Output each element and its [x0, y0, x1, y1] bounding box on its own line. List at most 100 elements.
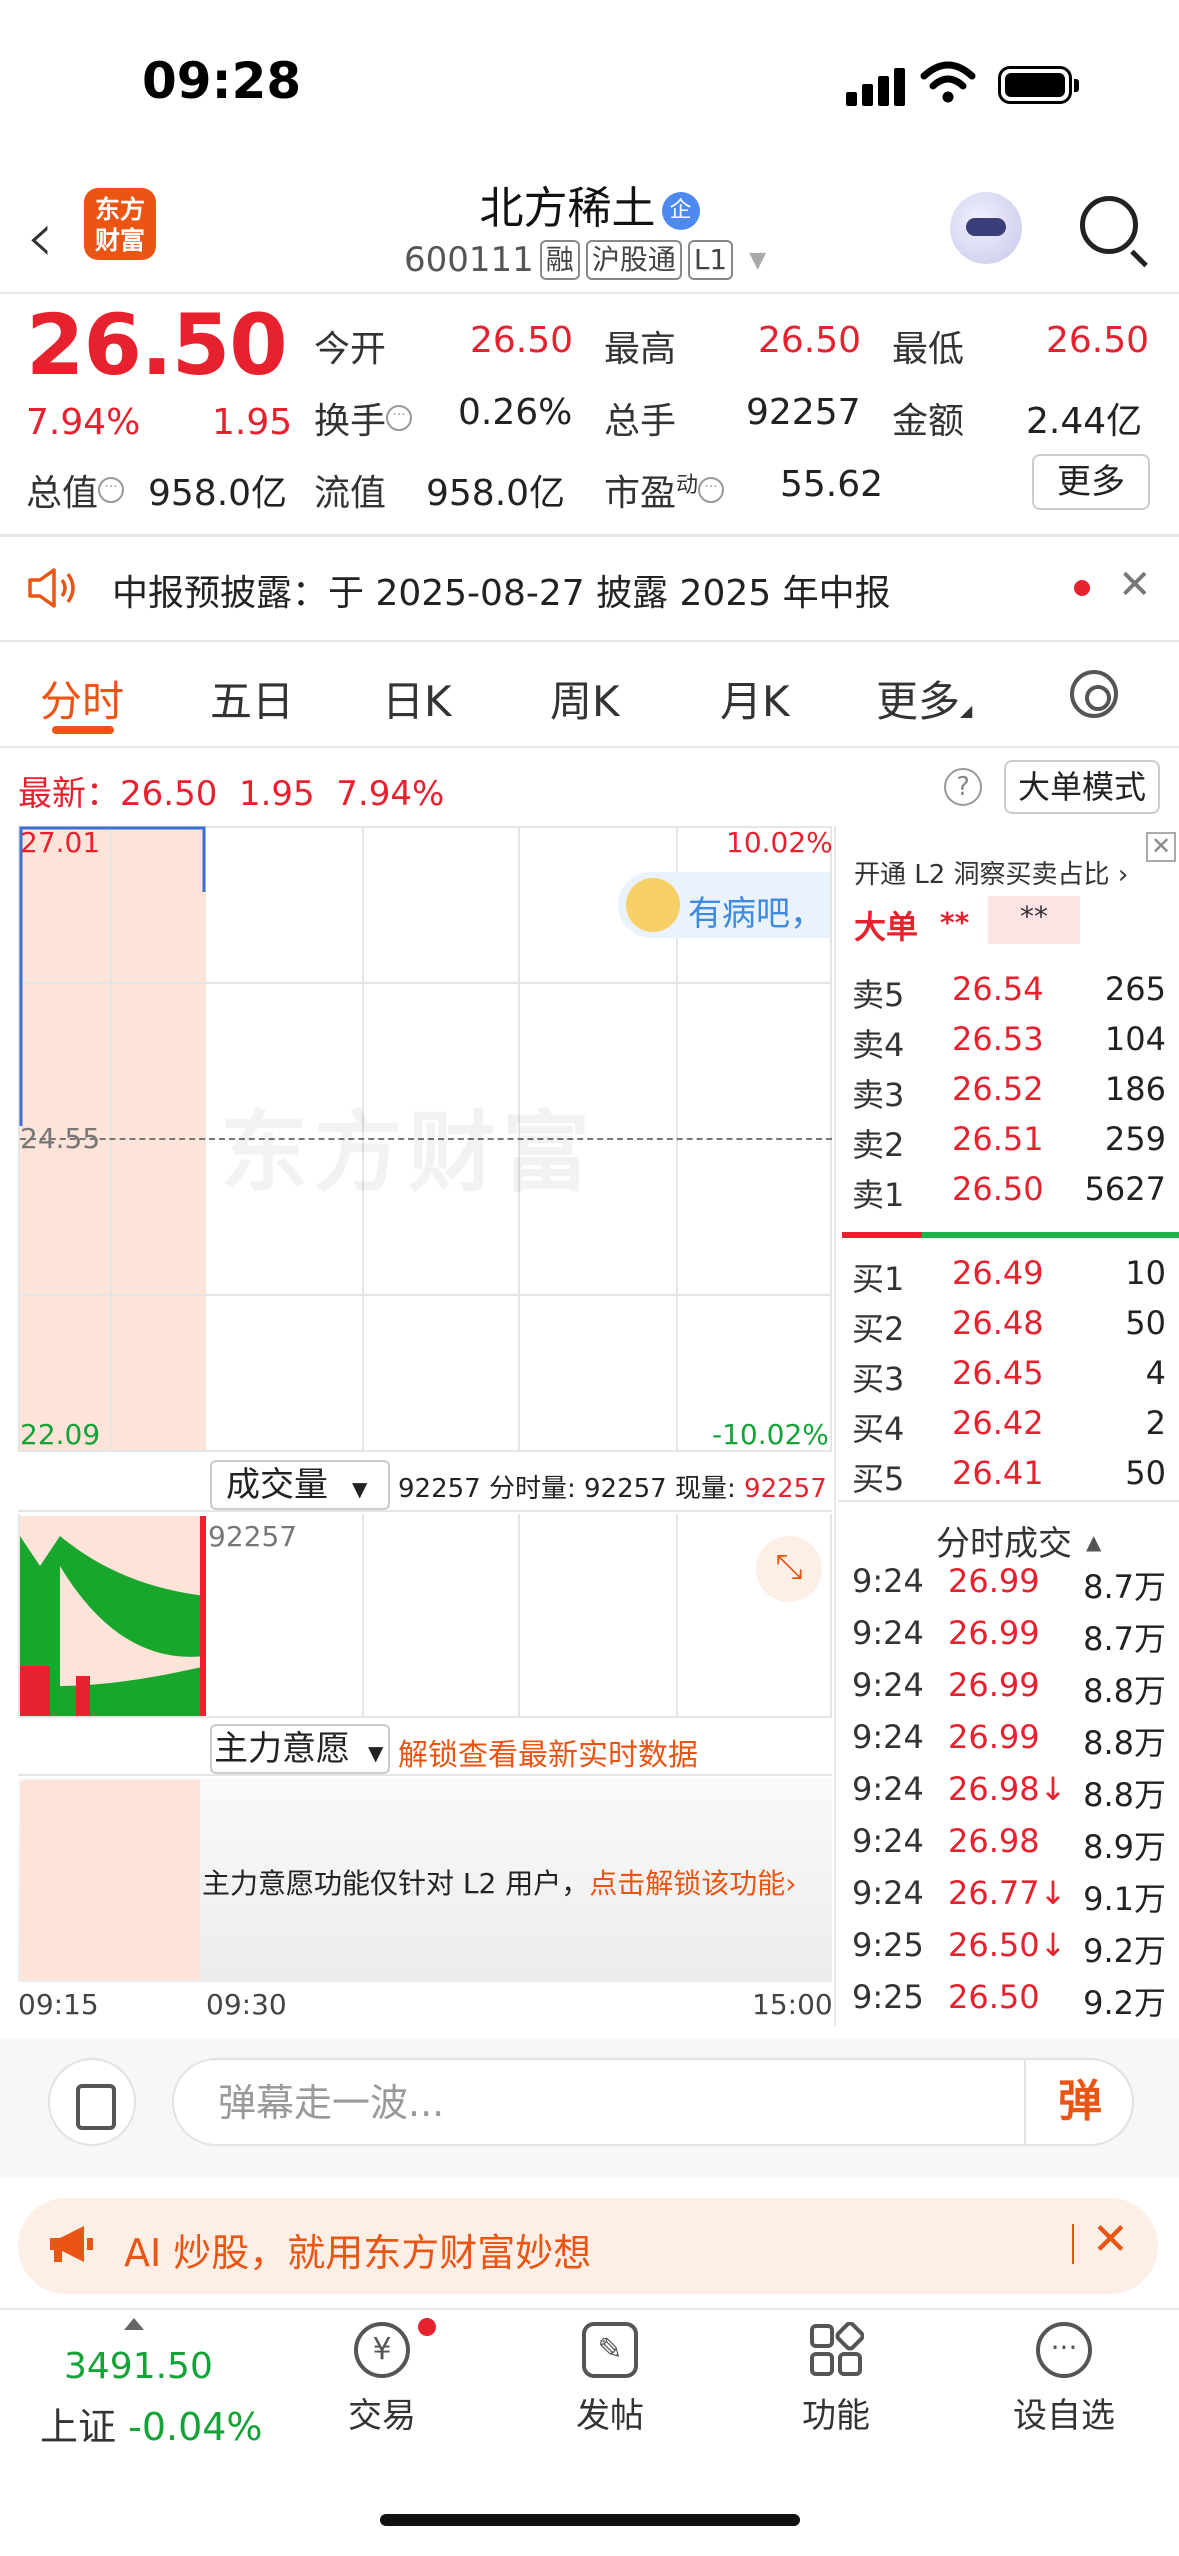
- tab-daily-k[interactable]: 日K: [382, 668, 452, 729]
- big-order-value: **: [940, 906, 970, 939]
- bid-row[interactable]: 买5 26.41 50: [852, 1454, 1166, 1504]
- home-indicator: [380, 2514, 800, 2526]
- gear-icon[interactable]: [1070, 670, 1118, 718]
- chevron-down-icon[interactable]: ▼: [749, 248, 766, 273]
- tab-monthly-k[interactable]: 月K: [720, 668, 790, 729]
- latest-quote: 最新：26.50 1.95 7.94%: [18, 774, 445, 814]
- tab-five-day[interactable]: 五日: [210, 668, 294, 729]
- divider: [0, 746, 1179, 748]
- unread-dot: [1074, 580, 1090, 596]
- divider: [0, 534, 1179, 537]
- turnover-label: 换手 ···: [314, 392, 413, 444]
- unlock-realtime-link[interactable]: 解锁查看最新实时数据: [398, 1730, 698, 1774]
- ask-row[interactable]: 卖3 26.52 186: [852, 1070, 1166, 1120]
- time-axis-open: 09:30: [206, 1988, 287, 2021]
- tick-row: 9:24 26.99 8.8万: [852, 1666, 1166, 1710]
- tick-row: 9:25 26.50 9.2万: [852, 1978, 1166, 2022]
- pct-axis-min: -10.02%: [712, 1418, 829, 1451]
- danmaku-text: 有病吧，: [688, 894, 824, 934]
- bid-row[interactable]: 买3 26.45 4: [852, 1354, 1166, 1404]
- tick-row: 9:24 26.99 8.7万: [852, 1562, 1166, 1606]
- tab-more[interactable]: 更多◢: [876, 668, 972, 729]
- expand-icon[interactable]: ⤡: [756, 1536, 822, 1602]
- user-avatar: [626, 878, 680, 932]
- divider: [0, 292, 1179, 294]
- bid-row[interactable]: 买2 26.48 50: [852, 1304, 1166, 1354]
- tab-intraday[interactable]: 分时: [40, 668, 124, 729]
- pct-axis-max: 10.02%: [726, 826, 833, 859]
- tab-weekly-k[interactable]: 周K: [550, 668, 620, 729]
- high-label: 最高: [604, 329, 677, 370]
- more-dots-icon: ···: [1036, 2322, 1092, 2378]
- open-label: 今开: [314, 329, 387, 370]
- tick-row: 9:24 26.98↓ 8.8万: [852, 1770, 1166, 1814]
- cellular-signal-icon: [846, 66, 906, 106]
- tick-row: 9:24 26.99 8.8万: [852, 1718, 1166, 1762]
- tag-margin: 融: [539, 240, 580, 280]
- l2-promo-link[interactable]: 开通 L2 洞察买卖占比 ›: [854, 854, 1128, 891]
- nav-watchlist[interactable]: ··· 设自选: [994, 2322, 1134, 2437]
- tick-row: 9:24 26.99 8.7万: [852, 1614, 1166, 1658]
- ask-row[interactable]: 卖5 26.54 265: [852, 970, 1166, 1020]
- nav-post[interactable]: ✎ 发帖: [540, 2322, 680, 2437]
- nav-trade[interactable]: ¥ 交易: [312, 2322, 452, 2437]
- bid-row[interactable]: 买4 26.42 2: [852, 1404, 1166, 1454]
- volume-value: 92257: [746, 392, 861, 433]
- notice-text[interactable]: 中报预披露：于 2025-08-27 披露 2025 年中报: [112, 564, 891, 616]
- ticks-header[interactable]: 分时成交 ▲: [936, 1516, 1101, 1565]
- close-icon[interactable]: ✕: [1092, 2214, 1129, 2265]
- close-icon[interactable]: ✕: [1146, 832, 1176, 862]
- search-icon[interactable]: [1080, 196, 1138, 254]
- yen-cycle-icon: ¥: [354, 2322, 410, 2378]
- megaphone-icon: [50, 2226, 93, 2262]
- status-time: 09:28: [142, 52, 302, 110]
- change-percent: 7.94%: [26, 402, 141, 443]
- help-icon[interactable]: ?: [944, 768, 982, 806]
- danmaku-send-button[interactable]: 弹: [1024, 2058, 1134, 2146]
- index-name[interactable]: 上证 -0.04%: [40, 2396, 263, 2451]
- stock-name: 北方稀土: [479, 183, 656, 234]
- bid-row[interactable]: 买1 26.49 10: [852, 1254, 1166, 1304]
- amount-label: 金额: [892, 401, 965, 442]
- price-line: [19, 826, 206, 1126]
- danmaku-placeholder: 弹幕走一波...: [218, 2081, 445, 2125]
- edit-icon: ✎: [582, 2322, 638, 2378]
- tag-connect: 沪股通: [585, 240, 682, 280]
- main-force-message[interactable]: 主力意愿功能仅针对 L2 用户，点击解锁该功能›: [202, 1862, 796, 1902]
- ask-row[interactable]: 卖2 26.51 259: [852, 1120, 1166, 1170]
- caret-up-icon[interactable]: [124, 2318, 144, 2330]
- turnover-value: 0.26%: [458, 392, 573, 433]
- open-value: 26.50: [470, 320, 574, 361]
- info-dots-icon: ···: [386, 405, 413, 431]
- notification-dot: [418, 2318, 436, 2336]
- ask-row[interactable]: 卖1 26.50 5627: [852, 1170, 1166, 1220]
- ask-row[interactable]: 卖4 26.53 104: [852, 1020, 1166, 1070]
- big-order-label: 大单: [854, 908, 919, 946]
- volume-indicator-select[interactable]: 成交量 ▼: [210, 1460, 390, 1510]
- y-axis-min: 22.09: [20, 1418, 101, 1451]
- stock-sub-row[interactable]: 600111 融 沪股通 L1 ▼: [404, 240, 766, 280]
- mktcap-label: 总值 ···: [26, 464, 125, 516]
- tab-underline: [52, 726, 114, 734]
- y-axis-mid: 24.55: [20, 1122, 101, 1155]
- danmaku-settings-icon[interactable]: [48, 2058, 136, 2146]
- time-axis-close: 15:00: [752, 1988, 833, 2021]
- more-quote-button[interactable]: 更多: [1032, 454, 1150, 510]
- index-value[interactable]: 3491.50: [64, 2346, 213, 2387]
- main-force-select[interactable]: 主力意愿 ▼: [210, 1724, 390, 1774]
- float-label: 流值: [314, 473, 387, 514]
- low-label: 最低: [892, 329, 965, 370]
- mktcap-value: 958.0亿: [148, 473, 288, 514]
- nav-functions[interactable]: 功能: [766, 2321, 906, 2437]
- tick-row: 9:25 26.50↓ 9.2万: [852, 1926, 1166, 1970]
- grid-icon: [808, 2321, 865, 2378]
- tick-row: 9:24 26.77↓ 9.1万: [852, 1874, 1166, 1918]
- speaker-icon: [28, 568, 75, 608]
- y-axis-max: 27.01: [20, 826, 101, 859]
- wifi-icon: [920, 61, 976, 103]
- big-order-mode-button[interactable]: 大单模式: [1004, 760, 1160, 814]
- bid-ask-ratio-bar: [842, 1232, 922, 1238]
- close-icon[interactable]: ✕: [1118, 562, 1152, 608]
- assistant-robot-icon[interactable]: [950, 192, 1022, 264]
- verified-badge: 企: [661, 192, 700, 230]
